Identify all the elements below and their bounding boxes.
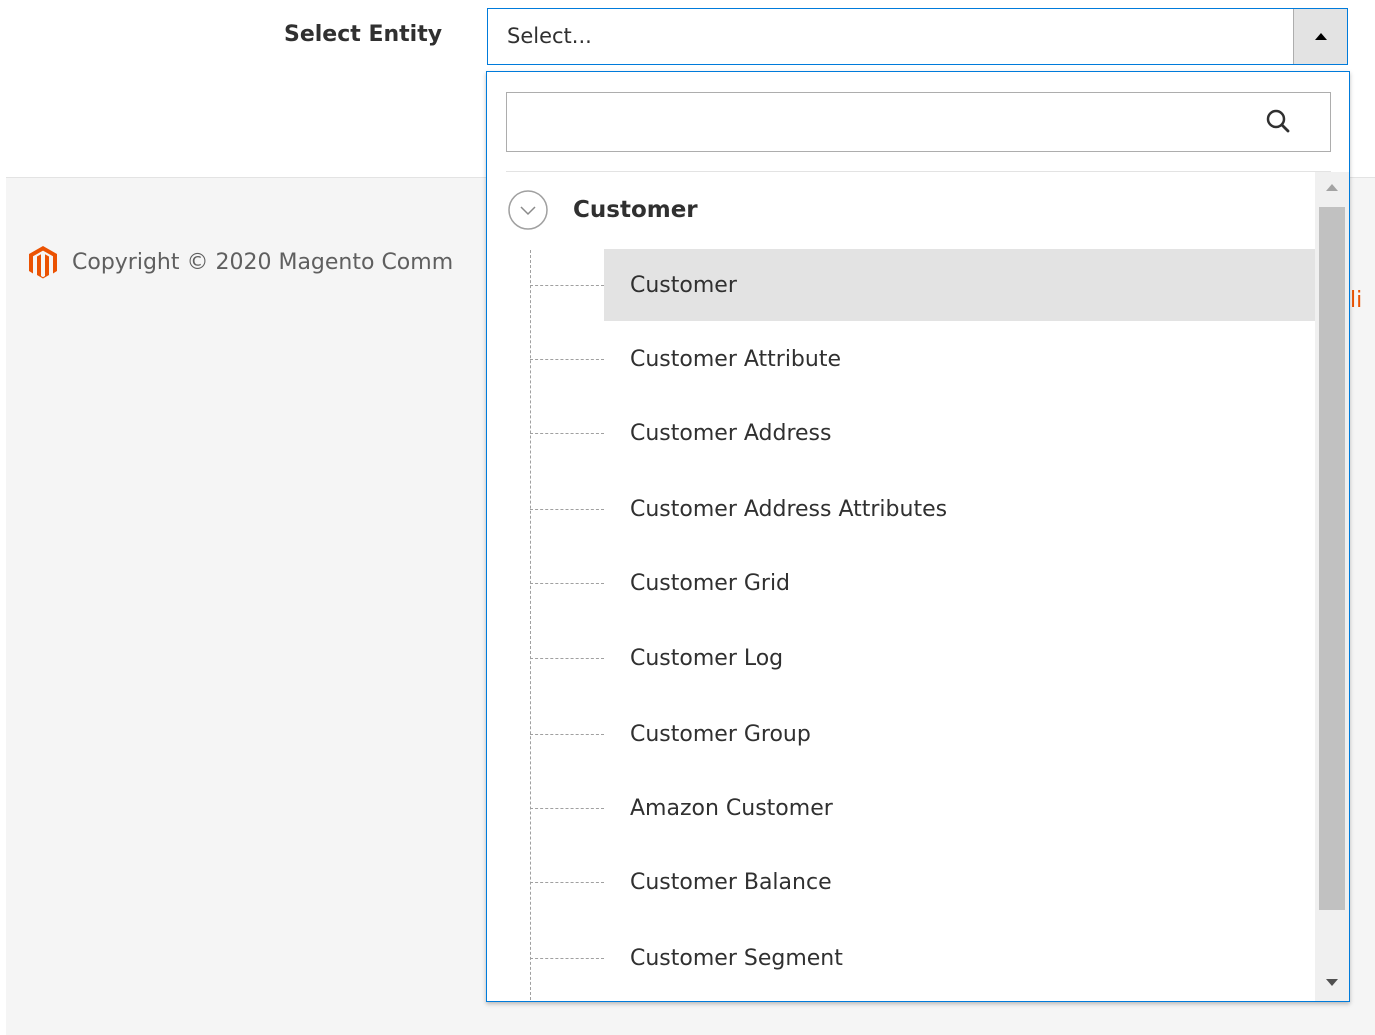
- option-customer-segment[interactable]: Customer Segment: [604, 922, 1315, 994]
- option-label: Customer Grid: [630, 570, 791, 596]
- list-divider: [506, 171, 1331, 172]
- tree-connector: [530, 433, 604, 434]
- magento-logo-icon: [29, 246, 57, 279]
- tree-connector: [530, 958, 604, 959]
- search-box: [506, 92, 1331, 152]
- chevron-down-circle-icon[interactable]: [507, 189, 549, 231]
- scroll-down-icon[interactable]: [1326, 979, 1338, 986]
- copyright-text: Copyright © 2020 Magento Comm: [72, 249, 454, 275]
- search-icon[interactable]: [1264, 107, 1292, 135]
- option-label: Customer Balance: [630, 869, 832, 895]
- footer-link[interactable]: li: [1350, 288, 1362, 313]
- option-label: Amazon Customer: [630, 795, 833, 821]
- option-label: Customer Attribute: [630, 346, 841, 372]
- tree-connector: [530, 882, 604, 883]
- entity-select[interactable]: Select...: [487, 8, 1348, 65]
- option-customer-group[interactable]: Customer Group: [604, 698, 1315, 770]
- option-label: Customer Segment: [630, 945, 843, 971]
- tree-connector: [530, 734, 604, 735]
- group-customer[interactable]: Customer: [507, 189, 698, 231]
- option-customer-balance[interactable]: Customer Balance: [604, 846, 1315, 918]
- copyright: Copyright © 2020 Magento Comm: [28, 242, 453, 282]
- select-toggle-button[interactable]: [1293, 9, 1347, 64]
- option-customer-log[interactable]: Customer Log: [604, 622, 1315, 694]
- caret-up-icon: [1314, 33, 1327, 40]
- option-label: Customer Log: [630, 645, 784, 671]
- option-label: Customer: [630, 272, 737, 298]
- option-customer-address[interactable]: Customer Address: [604, 397, 1315, 469]
- group-label: Customer: [573, 197, 698, 223]
- option-customer[interactable]: Customer: [604, 249, 1315, 321]
- tree-connector: [530, 359, 604, 360]
- option-label: Customer Address: [630, 420, 832, 446]
- tree-connector: [530, 285, 604, 286]
- tree-connector: [530, 583, 604, 584]
- tree-line: [530, 250, 531, 1001]
- select-entity-label: Select Entity: [284, 22, 443, 47]
- option-customer-address-attributes[interactable]: Customer Address Attributes: [604, 473, 1315, 545]
- select-value: Select...: [507, 24, 592, 48]
- search-input[interactable]: [507, 93, 1247, 151]
- option-amazon-customer[interactable]: Amazon Customer: [604, 772, 1315, 844]
- tree-connector: [530, 658, 604, 659]
- dropdown-scrollbar[interactable]: [1315, 172, 1349, 1001]
- option-customer-grid[interactable]: Customer Grid: [604, 547, 1315, 619]
- tree-connector: [530, 509, 604, 510]
- option-label: Customer Address Attributes: [630, 496, 948, 522]
- option-label: Customer Group: [630, 721, 811, 747]
- scroll-thumb[interactable]: [1319, 207, 1345, 910]
- scroll-up-icon[interactable]: [1326, 184, 1338, 191]
- entity-dropdown: Customer Customer Customer Attribute Cus…: [486, 71, 1350, 1002]
- option-customer-attribute[interactable]: Customer Attribute: [604, 323, 1315, 395]
- tree-connector: [530, 808, 604, 809]
